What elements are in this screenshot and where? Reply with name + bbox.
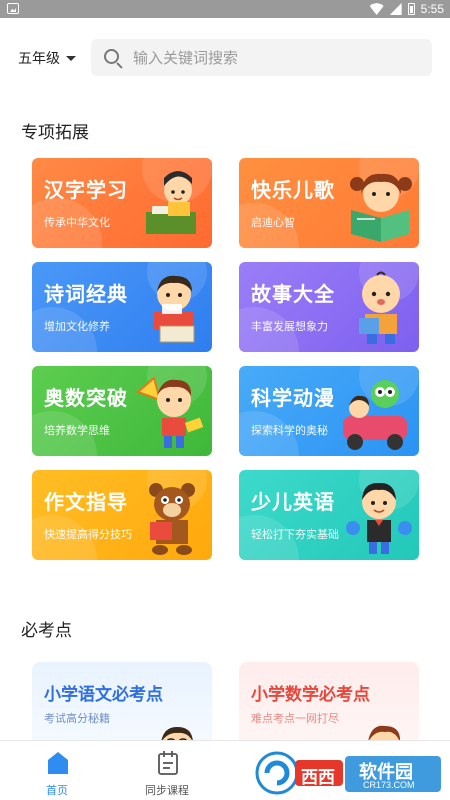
nav-sync-courses-label: 同步课程 — [145, 784, 189, 797]
gallery-notification-icon — [7, 3, 19, 14]
card-classic-poetry[interactable]: 诗词经典 增加文化修养 — [32, 262, 212, 352]
boy-with-book-illustration — [154, 275, 195, 343]
card-subtitle: 传承中华文化 — [44, 216, 110, 229]
card-happy-songs[interactable]: 快乐儿歌 启迪心智 — [239, 158, 419, 248]
card-composition-guide[interactable]: 作文指导 快速提高得分技巧 — [32, 470, 212, 560]
girl-reading-illustration — [350, 173, 412, 242]
boy-with-shapes-illustration — [136, 376, 204, 448]
watermark-logo — [255, 751, 441, 795]
nav-home-label: 首页 — [46, 784, 68, 797]
card-chinese-key-points[interactable]: 小学语文必考点 考试高分秘籍 — [32, 662, 212, 752]
card-math-key-points[interactable]: 小学数学必考点 难点考点一网打尽 — [239, 662, 419, 752]
card-subtitle: 快速提高得分技巧 — [44, 528, 132, 541]
card-subtitle: 增加文化修养 — [44, 320, 110, 333]
card-math-olympiad[interactable]: 奥数突破 培养数学思维 — [32, 366, 212, 456]
boy-writing-illustration — [146, 171, 196, 234]
site-watermark: 西西 软件园 CR173.COM — [255, 750, 445, 796]
card-subtitle: 培养数学思维 — [44, 424, 110, 437]
card-subtitle: 丰富发展想象力 — [251, 320, 328, 333]
bear-reading-illustration — [149, 483, 195, 555]
card-science-animation[interactable]: 科学动漫 探索科学的奥秘 — [239, 366, 419, 456]
card-kids-english[interactable]: 少儿英语 轻松打下夯实基础 — [239, 470, 419, 560]
status-bar: 5:55 — [0, 0, 450, 18]
wifi-icon — [369, 3, 384, 15]
card-title: 少儿英语 — [251, 490, 335, 514]
card-subtitle: 考试高分秘籍 — [44, 712, 110, 725]
section-title-key-points: 必考点 — [21, 621, 72, 641]
grade-selector[interactable]: 五年级 — [18, 47, 76, 69]
boy-with-letters-illustration — [346, 482, 412, 554]
status-time: 5:55 — [420, 2, 444, 16]
search-input[interactable] — [133, 48, 393, 67]
card-chinese-characters[interactable]: 汉字学习 传承中华文化 — [32, 158, 212, 248]
nav-home[interactable]: 首页 — [12, 747, 102, 797]
card-title: 小学数学必考点 — [251, 685, 370, 705]
watermark-brand: 西西 — [301, 768, 335, 788]
card-subtitle: 轻松打下夯实基础 — [251, 528, 339, 541]
battery-icon — [407, 3, 415, 15]
card-title: 快乐儿歌 — [251, 178, 335, 202]
card-title: 汉字学习 — [44, 178, 128, 202]
card-title: 故事大全 — [251, 282, 335, 306]
grade-label: 五年级 — [18, 51, 60, 67]
search-icon — [103, 48, 123, 69]
calendar-icon — [158, 751, 178, 775]
search-bar[interactable] — [91, 39, 432, 76]
caret-down-icon — [66, 55, 76, 61]
kids-in-car-illustration — [343, 380, 407, 450]
card-subtitle: 难点考点一网打尽 — [251, 712, 339, 725]
card-title: 科学动漫 — [251, 386, 335, 410]
watermark-domain: CR173.COM — [363, 780, 415, 790]
card-title: 小学语文必考点 — [44, 685, 163, 705]
card-title: 奥数突破 — [44, 386, 128, 410]
home-icon — [48, 752, 68, 774]
nav-sync-courses[interactable]: 同步课程 — [122, 747, 212, 797]
section-title-special: 专项拓展 — [21, 123, 89, 143]
card-subtitle: 启迪心智 — [251, 216, 295, 229]
card-title: 诗词经典 — [44, 282, 128, 306]
card-title: 作文指导 — [44, 490, 128, 514]
card-stories[interactable]: 故事大全 丰富发展想象力 — [239, 262, 419, 352]
baby-reading-illustration — [359, 271, 400, 344]
card-subtitle: 探索科学的奥秘 — [251, 424, 328, 437]
signal-icon — [389, 3, 402, 15]
